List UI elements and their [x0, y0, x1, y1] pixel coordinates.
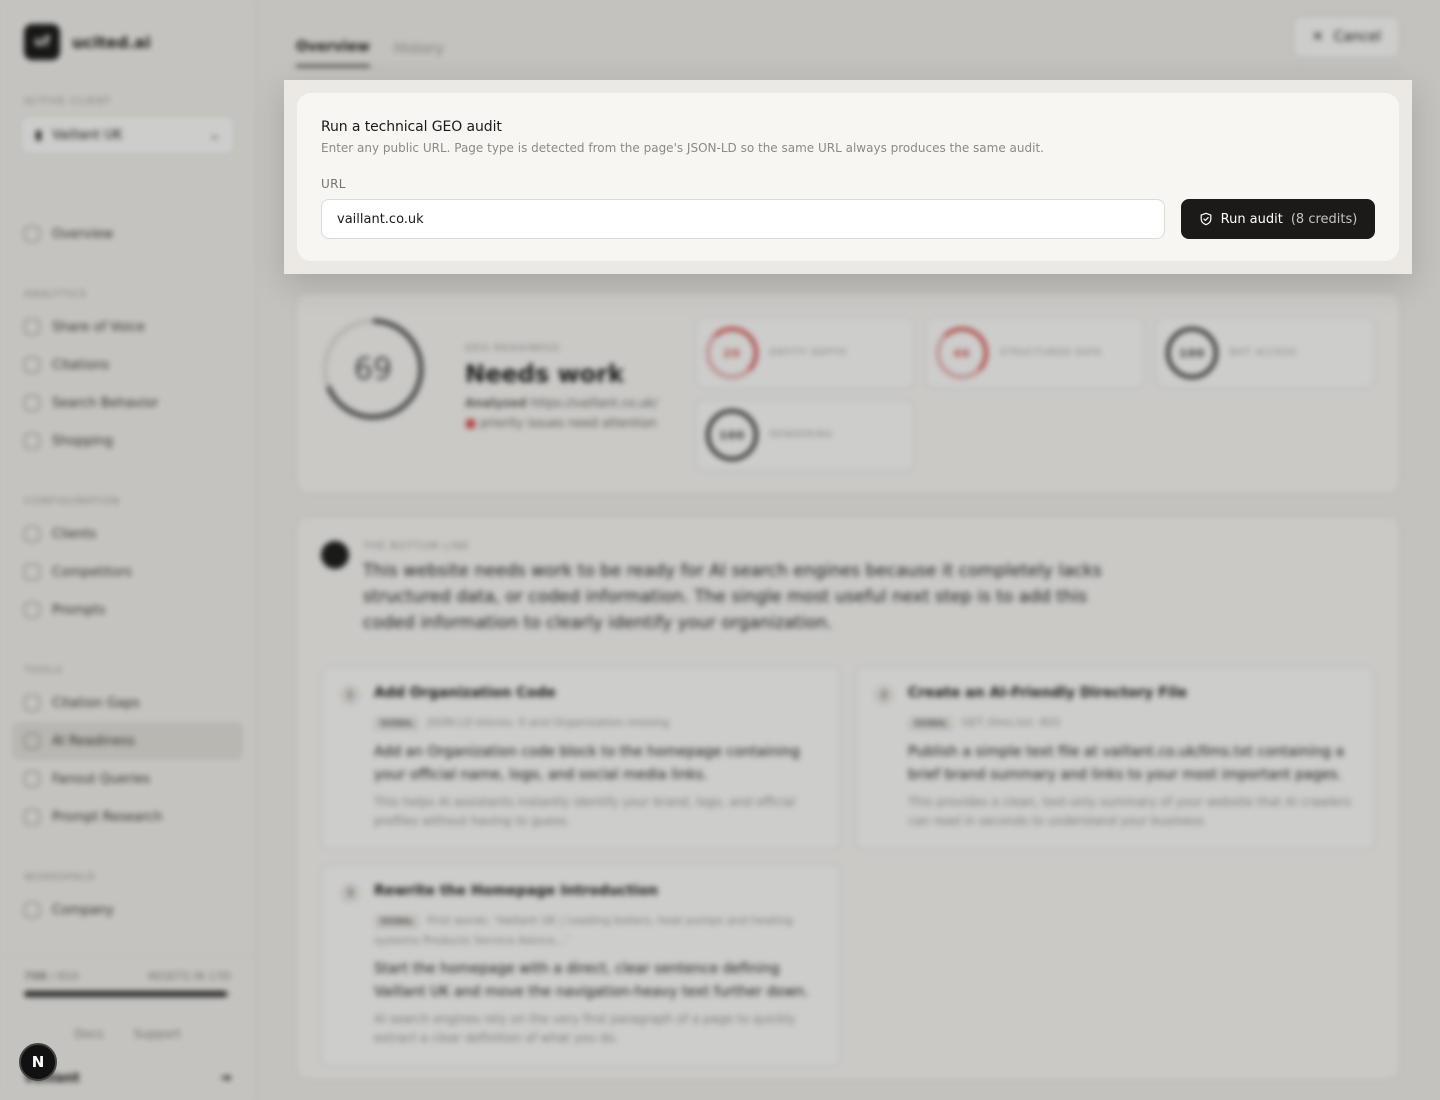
shield-check-icon [1200, 212, 1212, 226]
url-row: Run audit (8 credits) [321, 199, 1375, 239]
dev-tools-badge[interactable]: N [19, 1043, 57, 1081]
run-audit-label: Run audit [1220, 211, 1283, 227]
run-audit-button[interactable]: Run audit (8 credits) [1181, 199, 1375, 239]
audit-dialog-frame: Run a technical GEO audit Enter any publ… [284, 80, 1412, 274]
dialog-description: Enter any public URL. Page type is detec… [321, 141, 1044, 155]
audit-dialog: Run a technical GEO audit Enter any publ… [297, 93, 1399, 261]
run-audit-credits: (8 credits) [1290, 211, 1358, 227]
dialog-title: Run a technical GEO audit [321, 119, 502, 135]
url-input[interactable] [321, 199, 1165, 239]
url-label: URL [321, 177, 346, 191]
